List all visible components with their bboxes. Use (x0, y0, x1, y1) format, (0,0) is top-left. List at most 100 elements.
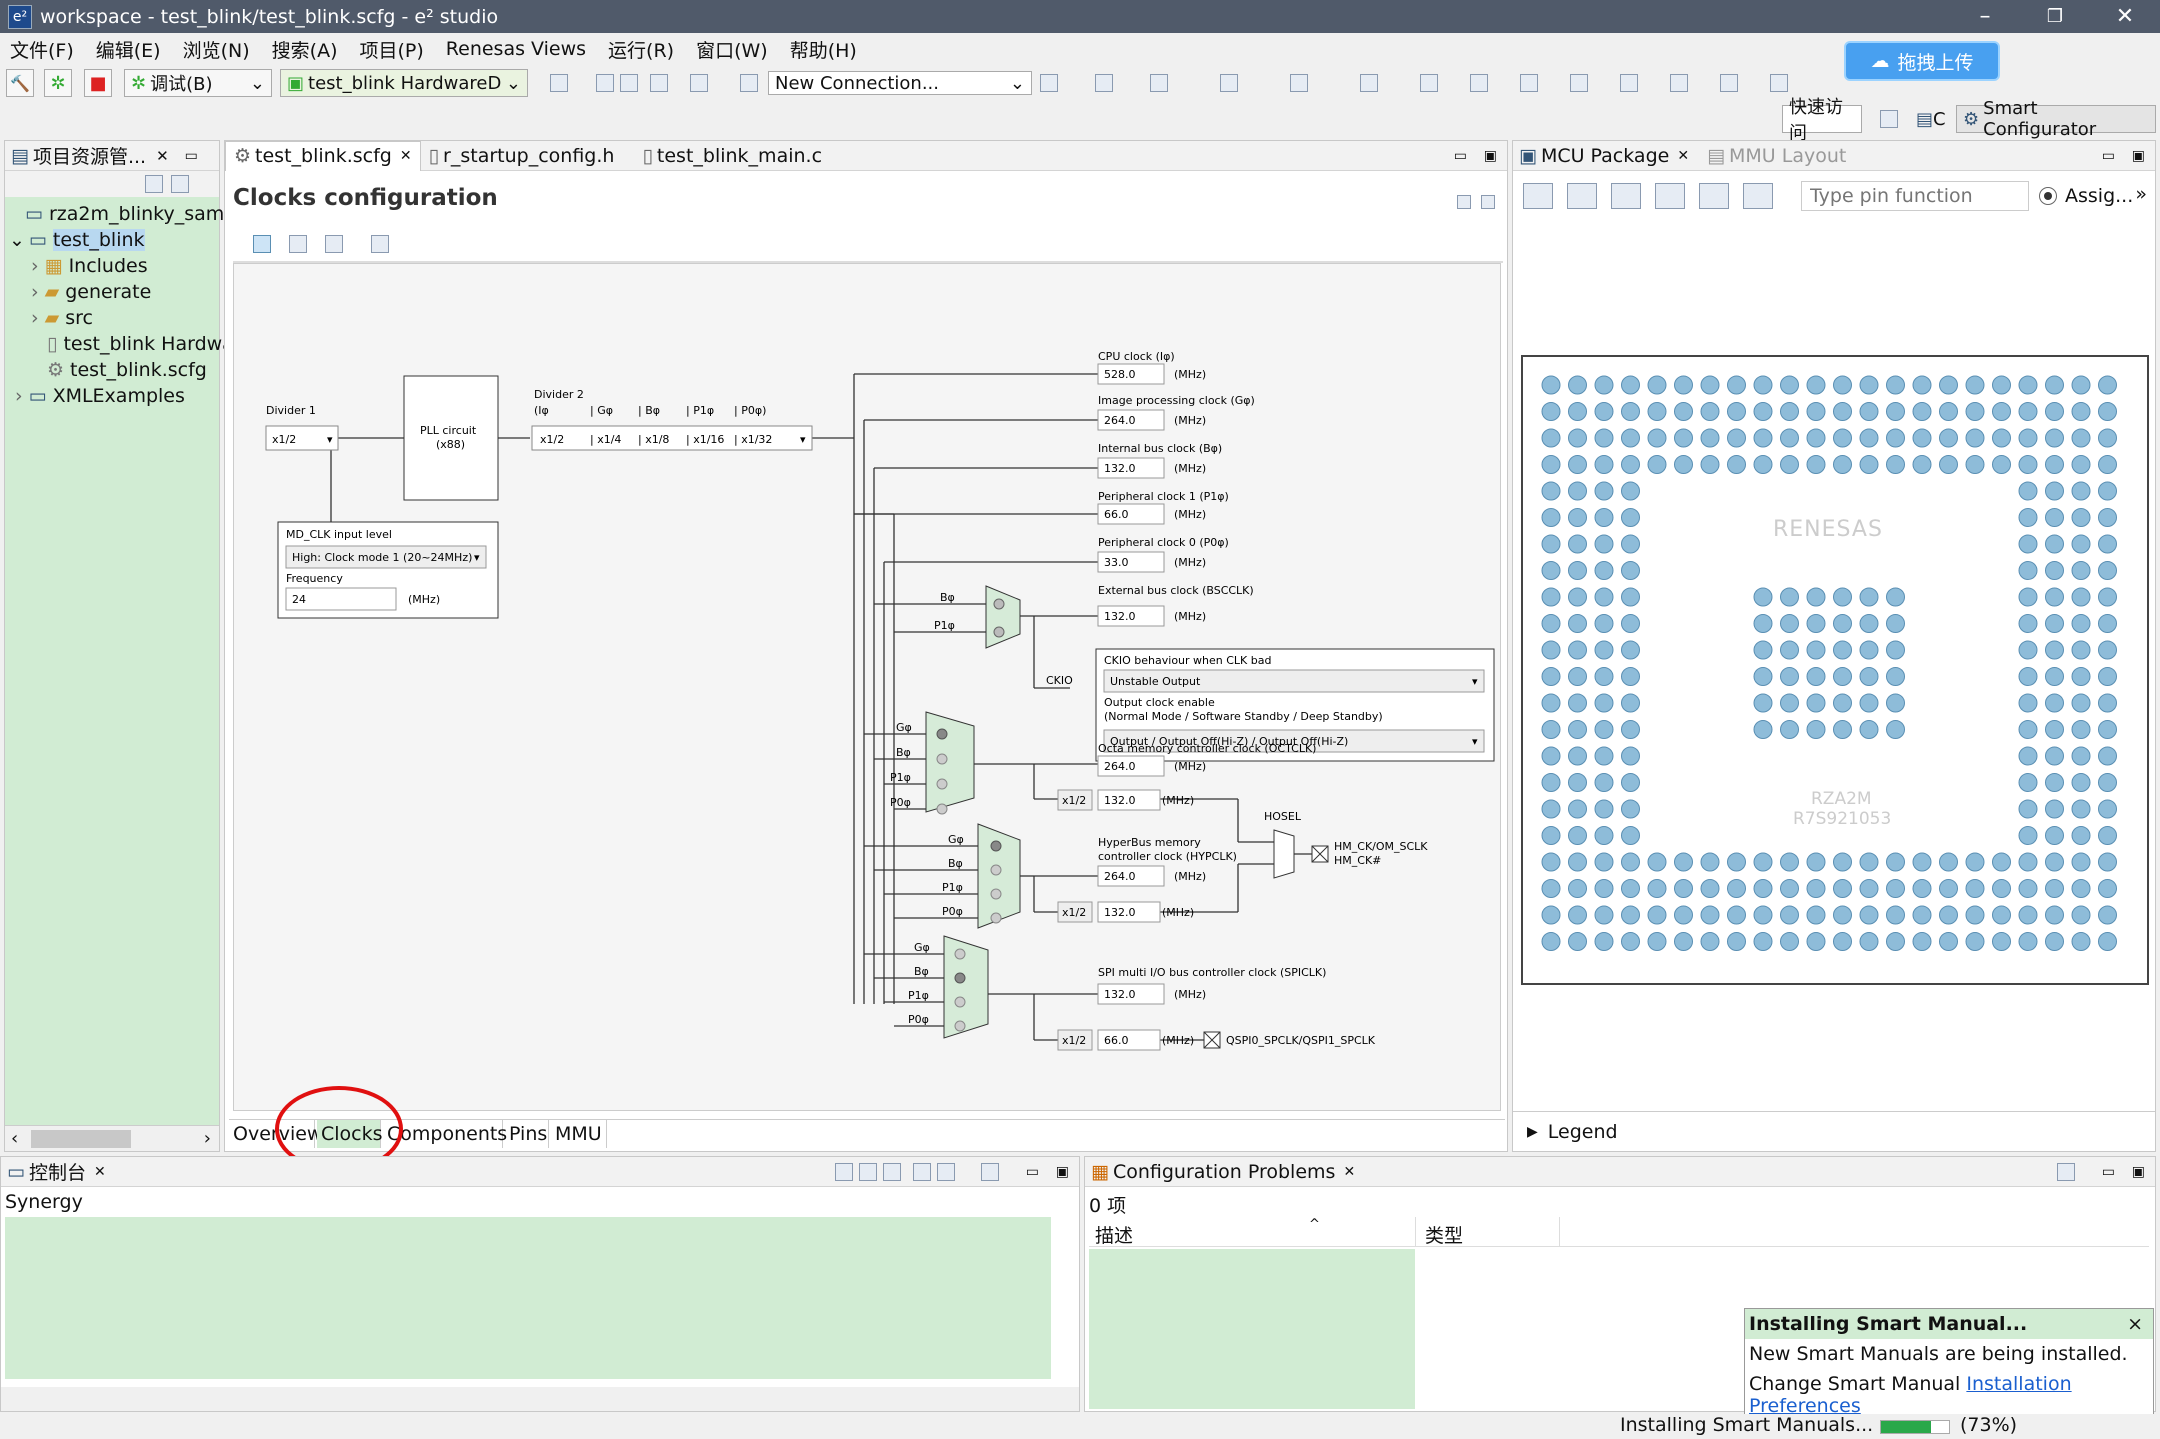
save-all-icon[interactable] (620, 74, 638, 92)
chip-pin[interactable] (2018, 879, 2038, 898)
chip-pin[interactable] (1621, 561, 1640, 580)
chip-pin[interactable] (2071, 402, 2091, 421)
chip-pin[interactable] (2098, 879, 2117, 898)
chip-pin[interactable] (1647, 375, 1667, 395)
chip-pin[interactable] (1780, 905, 1799, 925)
chip-pin[interactable] (1939, 455, 1958, 474)
chip-pin[interactable] (1621, 587, 1640, 607)
chip-pin[interactable] (1965, 402, 1985, 421)
mux-input[interactable] (936, 778, 948, 790)
chip-pin[interactable] (1727, 402, 1746, 421)
chip-pin[interactable] (2098, 667, 2117, 686)
chip-pin[interactable] (1541, 905, 1561, 925)
chip-pin[interactable] (1833, 375, 1852, 395)
chip-pin[interactable] (1912, 455, 1932, 474)
chip-pin[interactable] (2018, 799, 2038, 819)
chip-pin[interactable] (1806, 614, 1826, 633)
chip-pin[interactable] (1992, 932, 2011, 951)
chip-pin[interactable] (2018, 773, 2038, 792)
chip-pin[interactable] (2045, 667, 2064, 686)
chip-pin[interactable] (1806, 852, 1826, 872)
chip-pin[interactable] (1992, 428, 2011, 448)
mux-input[interactable] (954, 1020, 966, 1032)
chip-pin[interactable] (2018, 640, 2038, 660)
chip-pin[interactable] (1753, 402, 1773, 421)
chip-pin[interactable] (1992, 402, 2011, 421)
scroll-right-icon[interactable]: › (204, 1128, 211, 1149)
chip-pin[interactable] (1965, 905, 1985, 925)
chip-pin[interactable] (1647, 428, 1667, 448)
chip-pin[interactable] (1833, 905, 1852, 925)
chip-pin[interactable] (1700, 455, 1720, 474)
chip-pin[interactable] (1700, 375, 1720, 395)
chip-pin[interactable] (2098, 720, 2117, 739)
chip-pin[interactable] (1594, 534, 1614, 554)
chip-pin[interactable] (1594, 826, 1614, 845)
chip-pin[interactable] (2045, 534, 2064, 554)
chip-pin[interactable] (1859, 879, 1879, 898)
chip-pin[interactable] (1806, 402, 1826, 421)
chip-pin[interactable] (1541, 534, 1561, 554)
chip-pin[interactable] (1700, 879, 1720, 898)
chip-pin[interactable] (1886, 375, 1905, 395)
assign-radio[interactable] (2039, 187, 2057, 205)
chip-pin[interactable] (1806, 428, 1826, 448)
tree-item-test-blink[interactable]: ⌄ ▭ test_blink (9, 227, 219, 253)
chip-pin[interactable] (1965, 852, 1985, 872)
horizontal-scrollbar[interactable] (1, 1387, 1079, 1411)
tool-icon[interactable] (650, 74, 668, 92)
upload-button[interactable]: ☁ 拖拽上传 (1844, 41, 2000, 81)
chip-pin[interactable] (1833, 852, 1852, 872)
chip-pin[interactable] (1621, 879, 1640, 898)
chip-pin[interactable] (2045, 905, 2064, 925)
chip-pin[interactable] (1886, 667, 1905, 686)
console-title[interactable]: 控制台 (29, 1158, 86, 1185)
chip-pin[interactable] (1594, 455, 1614, 474)
chip-pin[interactable] (1912, 879, 1932, 898)
mux-input-b[interactable] (993, 598, 1005, 610)
pin-console-icon[interactable] (883, 1163, 901, 1181)
chip-pin[interactable] (1833, 932, 1852, 951)
menu-project[interactable]: 项目(P) (359, 36, 423, 63)
mux-input[interactable] (954, 948, 966, 960)
chip-pin[interactable] (1833, 693, 1852, 713)
chip-pin[interactable] (2071, 799, 2091, 819)
chip-pin[interactable] (1674, 375, 1693, 395)
chip-pin[interactable] (1647, 852, 1667, 872)
chip-pin[interactable] (1806, 905, 1826, 925)
chip-pin[interactable] (1594, 879, 1614, 898)
chip-pin[interactable] (2045, 720, 2064, 739)
chip-pin[interactable] (1992, 455, 2011, 474)
chip-pin[interactable] (1621, 826, 1640, 845)
tree-item-xmlexamples[interactable]: › ▭ XMLExamples (15, 383, 185, 409)
filter-icon[interactable] (2057, 1163, 2075, 1181)
chip-pin[interactable] (1621, 932, 1640, 951)
more-icon[interactable]: » (2135, 183, 2147, 205)
chip-pin[interactable] (1806, 720, 1826, 739)
menu-run[interactable]: 运行(R) (608, 36, 674, 63)
chip-pin[interactable] (2071, 852, 2091, 872)
launch-config-select[interactable]: ▣ test_blink HardwareD ⌄ (280, 69, 528, 97)
menu-renesas-views[interactable]: Renesas Views (446, 38, 586, 60)
chip-pin[interactable] (1833, 614, 1852, 633)
chip-pin[interactable] (2098, 614, 2117, 633)
close-button[interactable]: ✕ (2095, 0, 2155, 33)
chip-pin[interactable] (2098, 534, 2117, 554)
chip-pin[interactable] (1568, 852, 1587, 872)
minimize-view-icon[interactable]: ▭ (2102, 1164, 2115, 1180)
chip-pin[interactable] (1753, 375, 1773, 395)
fit-icon[interactable] (1699, 183, 1729, 209)
chip-pin[interactable] (1594, 773, 1614, 792)
chip-pin[interactable] (1912, 905, 1932, 925)
mux-input[interactable] (990, 912, 1002, 924)
chip-pin[interactable] (2071, 534, 2091, 554)
mux-input-selected[interactable] (954, 972, 966, 984)
next-annotation-icon[interactable] (1670, 74, 1688, 92)
chip-pin[interactable] (1541, 720, 1561, 739)
tab-pins[interactable]: Pins (505, 1120, 549, 1148)
chip-pin[interactable] (2045, 693, 2064, 713)
chip-pin[interactable] (1965, 932, 1985, 951)
mark-icon[interactable] (1620, 74, 1638, 92)
tab-mcu-package[interactable]: MCU Package (1541, 145, 1669, 167)
chip-pin[interactable] (2071, 746, 2091, 766)
